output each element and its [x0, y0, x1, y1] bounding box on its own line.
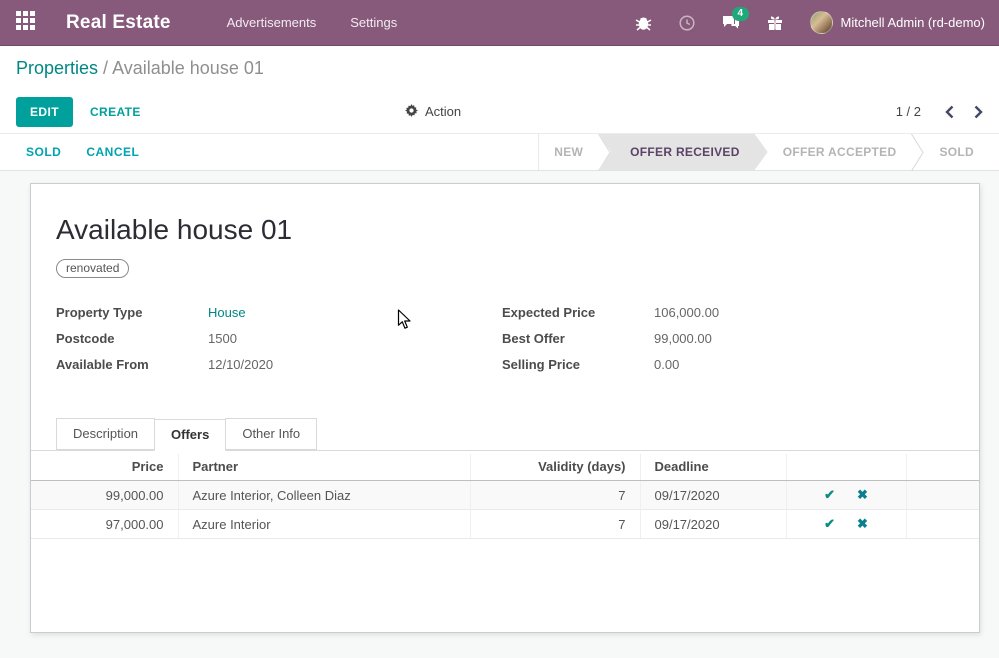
cell-deadline[interactable]: 09/17/2020 [640, 481, 786, 510]
bug-icon[interactable] [635, 15, 652, 31]
action-menu[interactable]: Action [405, 104, 461, 120]
offers-header-row: Price Partner Validity (days) Deadline [31, 454, 979, 481]
column-header-deadline[interactable]: Deadline [640, 454, 786, 481]
refuse-offer-icon[interactable]: ✖ [857, 487, 868, 503]
apps-menu-button[interactable] [0, 0, 50, 46]
top-navbar: Real Estate Advertisements Settings 4 [0, 0, 999, 46]
messages-icon[interactable]: 4 [722, 15, 740, 31]
stage-offer-received[interactable]: OFFER RECEIVED [598, 134, 768, 170]
offer-row[interactable]: 97,000.00 Azure Interior 7 09/17/2020 ✔ … [31, 510, 979, 539]
pager: 1 / 2 [896, 104, 983, 119]
control-panel: Properties / Available house 01 EDIT CRE… [0, 46, 999, 134]
cell-partner[interactable]: Azure Interior [178, 510, 470, 539]
breadcrumb-separator: / [98, 58, 112, 78]
property-type-label: Property Type [56, 305, 208, 320]
cancel-button[interactable]: CANCEL [86, 145, 139, 159]
breadcrumb: Properties / Available house 01 [16, 58, 983, 90]
apps-grid-icon [16, 11, 35, 35]
stage-pipeline: NEW OFFER RECEIVED OFFER ACCEPTED SOLD [538, 134, 999, 170]
main-menu: Advertisements Settings [227, 15, 398, 30]
pager-value: 1 / 2 [896, 104, 921, 119]
cell-deadline[interactable]: 09/17/2020 [640, 510, 786, 539]
column-header-partner[interactable]: Partner [178, 454, 470, 481]
postcode-value: 1500 [208, 331, 237, 346]
best-offer-label: Best Offer [502, 331, 654, 346]
cell-validity[interactable]: 7 [470, 481, 640, 510]
menu-advertisements[interactable]: Advertisements [227, 15, 317, 30]
gear-icon [405, 104, 418, 120]
sold-button[interactable]: SOLD [26, 145, 61, 159]
action-menu-label: Action [425, 104, 461, 119]
selling-price-label: Selling Price [502, 357, 654, 372]
pager-previous-icon[interactable] [945, 105, 954, 119]
offer-row[interactable]: 99,000.00 Azure Interior, Colleen Diaz 7… [31, 481, 979, 510]
accept-offer-icon[interactable]: ✔ [824, 487, 835, 503]
form-sheet: Available house 01 renovated Property Ty… [30, 183, 980, 633]
pager-next-icon[interactable] [974, 105, 983, 119]
available-from-label: Available From [56, 357, 208, 372]
message-count-badge: 4 [732, 7, 750, 21]
property-type-value[interactable]: House [208, 305, 246, 320]
menu-settings[interactable]: Settings [350, 15, 397, 30]
column-header-validity[interactable]: Validity (days) [470, 454, 640, 481]
cell-validity[interactable]: 7 [470, 510, 640, 539]
stage-separator-icon [911, 134, 924, 170]
record-title: Available house 01 [56, 214, 954, 246]
cell-partner[interactable]: Azure Interior, Colleen Diaz [178, 481, 470, 510]
tag-renovated: renovated [56, 259, 129, 278]
tab-other-info[interactable]: Other Info [225, 418, 317, 450]
statusbar: SOLD CANCEL NEW OFFER RECEIVED OFFER ACC… [0, 134, 999, 171]
notebook-tabs: Description Offers Other Info [31, 418, 979, 451]
column-header-filler [906, 454, 979, 481]
stage-new[interactable]: NEW [539, 134, 598, 170]
create-button[interactable]: CREATE [90, 105, 141, 119]
user-name: Mitchell Admin (rd-demo) [841, 15, 986, 30]
tab-description[interactable]: Description [56, 418, 155, 450]
form-view: Available house 01 renovated Property Ty… [0, 171, 999, 633]
edit-button[interactable]: EDIT [16, 97, 73, 127]
breadcrumb-current: Available house 01 [112, 58, 264, 78]
app-title[interactable]: Real Estate [66, 12, 171, 34]
field-group-right: Expected Price 106,000.00 Best Offer 99,… [502, 305, 948, 383]
accept-offer-icon[interactable]: ✔ [824, 516, 835, 532]
column-header-price[interactable]: Price [31, 454, 178, 481]
tab-offers[interactable]: Offers [154, 419, 226, 451]
clock-icon[interactable] [679, 15, 695, 31]
field-groups: Property Type House Postcode 1500 Availa… [56, 305, 954, 383]
stage-offer-accepted[interactable]: OFFER ACCEPTED [768, 134, 912, 170]
gift-icon[interactable] [767, 15, 783, 31]
postcode-label: Postcode [56, 331, 208, 346]
cell-price[interactable]: 99,000.00 [31, 481, 178, 510]
systray: 4 Mitchell Admin (rd-demo) [635, 11, 986, 34]
available-from-value: 12/10/2020 [208, 357, 273, 372]
expected-price-value: 106,000.00 [654, 305, 719, 320]
stage-sold[interactable]: SOLD [924, 134, 989, 170]
expected-price-label: Expected Price [502, 305, 654, 320]
breadcrumb-properties[interactable]: Properties [16, 58, 98, 78]
selling-price-value: 0.00 [654, 357, 679, 372]
cell-price[interactable]: 97,000.00 [31, 510, 178, 539]
refuse-offer-icon[interactable]: ✖ [857, 516, 868, 532]
user-avatar [810, 11, 833, 34]
user-menu[interactable]: Mitchell Admin (rd-demo) [810, 11, 986, 34]
offers-table: Price Partner Validity (days) Deadline 9… [31, 454, 979, 539]
column-header-actions [786, 454, 906, 481]
field-group-left: Property Type House Postcode 1500 Availa… [56, 305, 502, 383]
best-offer-value: 99,000.00 [654, 331, 712, 346]
